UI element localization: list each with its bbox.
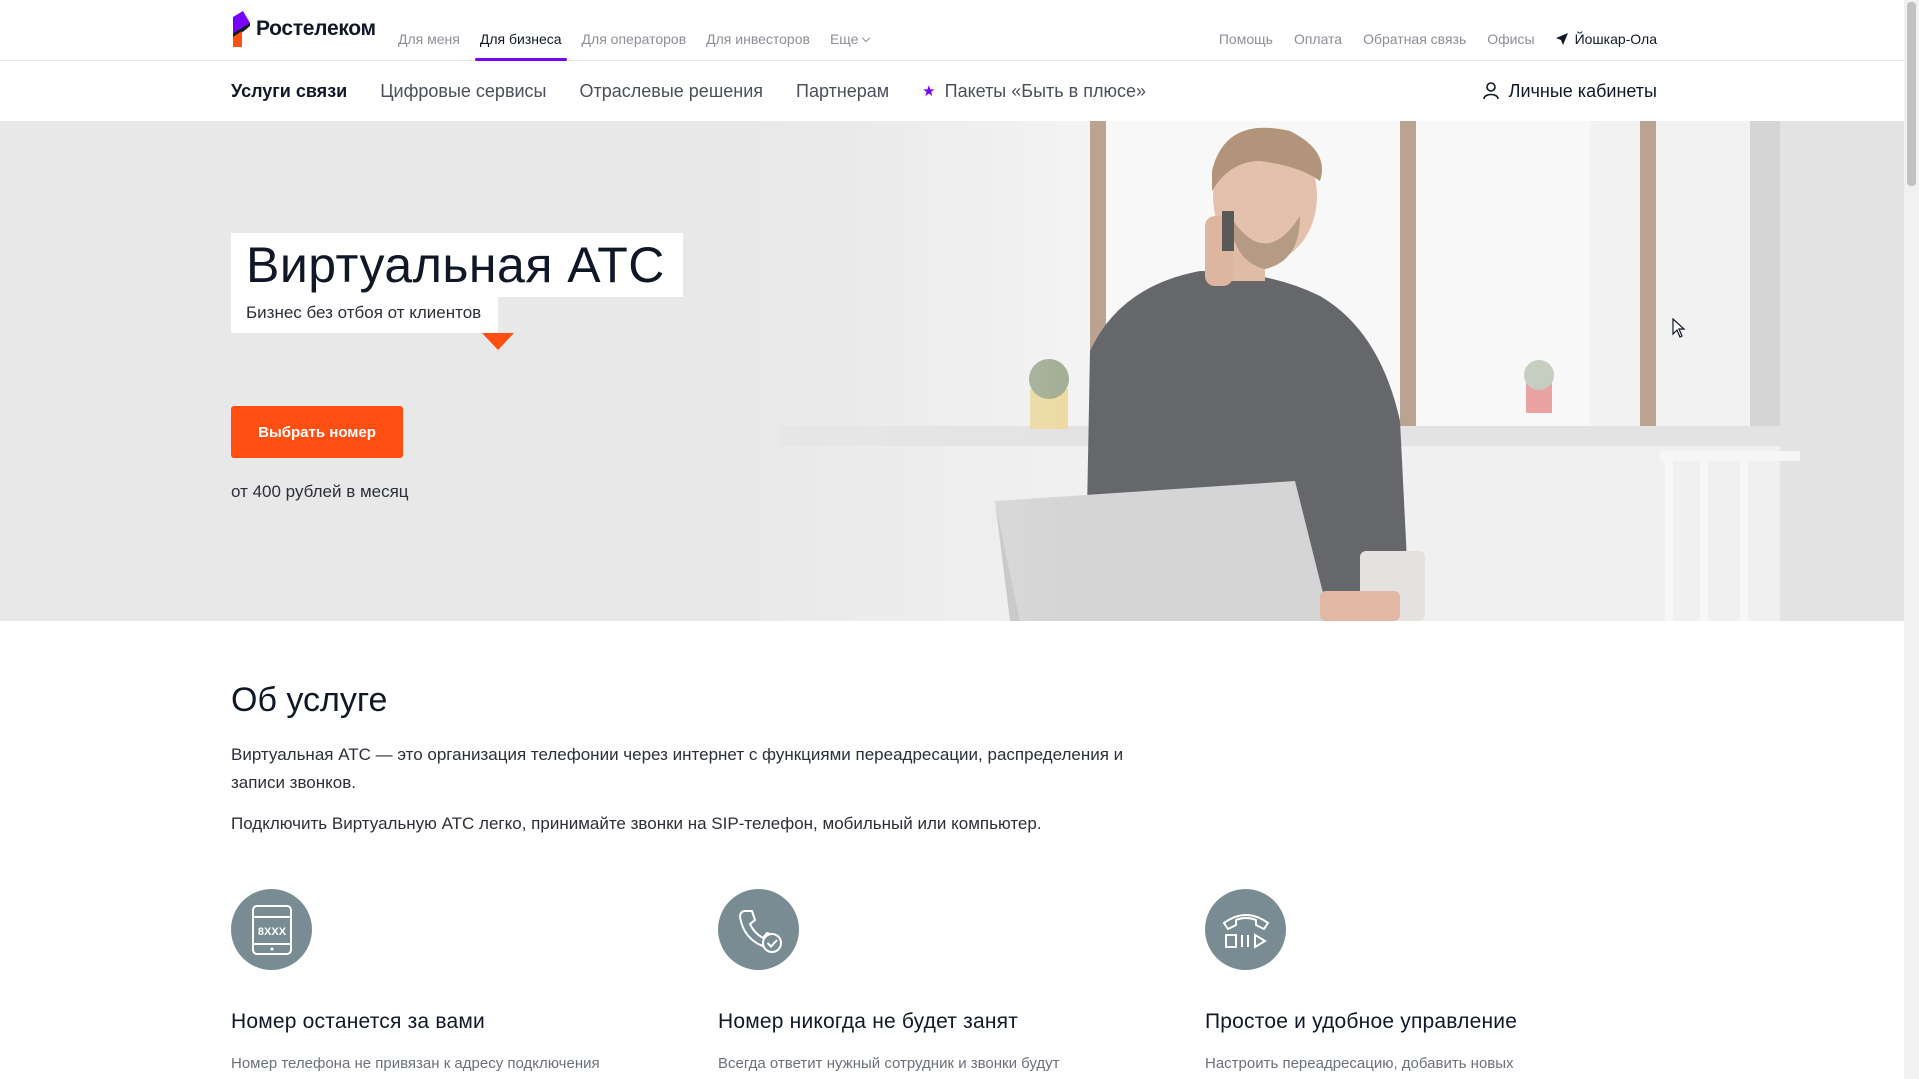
city-label: Йошкар-Ола (1574, 30, 1657, 47)
hero-banner: Виртуальная АТС Бизнес без отбоя от клие… (0, 121, 1904, 621)
nav-more[interactable]: Еще (829, 0, 871, 61)
feature-card: Простое и удобное управление Настроить п… (1205, 889, 1645, 1076)
help-link[interactable]: Помощь (1219, 31, 1273, 47)
services-nav: Услуги связи Цифровые сервисы Отраслевые… (0, 61, 1904, 121)
about-paragraph-2: Подключить Виртуальную АТС легко, приним… (231, 814, 1042, 833)
star-icon: ★ (922, 83, 936, 100)
page-scrollbar[interactable] (1904, 0, 1919, 1079)
feature-card: Номер никогда не будет занят Всегда отве… (718, 889, 1158, 1076)
hero-title-box: Виртуальная АТС (231, 233, 683, 297)
payment-link[interactable]: Оплата (1294, 31, 1342, 47)
icon-8xxx-text: 8XXX (257, 926, 286, 938)
rostelecom-logo-icon (233, 11, 250, 47)
services-nav-items: Услуги связи Цифровые сервисы Отраслевые… (231, 61, 1179, 121)
tab-communication-services[interactable]: Услуги связи (231, 81, 347, 102)
city-selector[interactable]: Йошкар-Ола (1555, 30, 1657, 47)
feature-icon-circle (1205, 889, 1286, 970)
feature-text: Настроить переадресацию, добавить новых (1205, 1055, 1514, 1072)
utility-links: Помощь Оплата Обратная связь Офисы Йошка… (1198, 0, 1657, 61)
nav-more-label: Еще (829, 31, 859, 47)
logo-text: Ростелеком (256, 17, 376, 40)
about-paragraph-1: Виртуальная АТС — это организация телефо… (231, 745, 1124, 792)
phone-number-8xxx-icon: 8XXX (251, 904, 292, 955)
feedback-link[interactable]: Обратная связь (1363, 31, 1466, 47)
hero-subtitle-box: Бизнес без отбоя от клиентов (231, 297, 499, 333)
mouse-cursor-icon (1672, 318, 1686, 338)
tab-packages[interactable]: ★ Пакеты «Быть в плюсе» (922, 81, 1146, 102)
tab-digital-services[interactable]: Цифровые сервисы (380, 81, 546, 102)
user-icon (1482, 82, 1499, 100)
logo[interactable]: Ростелеком (231, 11, 376, 47)
audience-nav: Для меня Для бизнеса Для операторов Для … (398, 0, 889, 61)
offices-link[interactable]: Офисы (1487, 31, 1534, 47)
feature-icon-circle (718, 889, 799, 970)
nav-for-operators[interactable]: Для операторов (582, 0, 687, 61)
chevron-down-icon (862, 33, 871, 43)
tab-packages-label: Пакеты «Быть в плюсе» (944, 80, 1146, 101)
nav-for-me[interactable]: Для меня (398, 0, 460, 61)
location-arrow-icon (1555, 32, 1568, 45)
hero-image (0, 121, 1904, 621)
feature-title: Номер останется за вами (231, 1010, 485, 1033)
feature-text: Номер телефона не привязан к адресу подк… (231, 1055, 600, 1072)
nav-for-business[interactable]: Для бизнеса (474, 0, 567, 61)
feature-text: Всегда ответит нужный сотрудник и звонки… (718, 1055, 1060, 1072)
scrollbar-thumb[interactable] (1907, 2, 1916, 186)
hero-subtitle: Бизнес без отбоя от клиентов (246, 303, 482, 322)
page-title: Виртуальная АТС (246, 237, 665, 293)
speech-pointer-icon (482, 333, 514, 350)
feature-card: 8XXX Номер останется за вами Номер телеф… (231, 889, 671, 1076)
feature-icon-circle: 8XXX (231, 889, 312, 970)
top-bar: Ростелеком Для меня Для бизнеса Для опер… (0, 0, 1904, 61)
feature-title: Номер никогда не будет занят (718, 1010, 1019, 1033)
personal-accounts-link[interactable]: Личные кабинеты (1482, 61, 1657, 121)
desk-phone-controls-icon (1222, 913, 1269, 949)
about-title: Об услуге (231, 681, 388, 719)
tab-partners[interactable]: Партнерам (796, 81, 889, 102)
tab-industry-solutions[interactable]: Отраслевые решения (580, 81, 764, 102)
feature-title: Простое и удобное управление (1205, 1010, 1518, 1033)
phone-check-icon (738, 909, 782, 953)
nav-for-investors[interactable]: Для инвесторов (706, 0, 810, 61)
personal-accounts-label: Личные кабинеты (1508, 80, 1657, 101)
hero-price: от 400 рублей в месяц (231, 482, 409, 501)
choose-number-button[interactable]: Выбрать номер (231, 406, 403, 458)
